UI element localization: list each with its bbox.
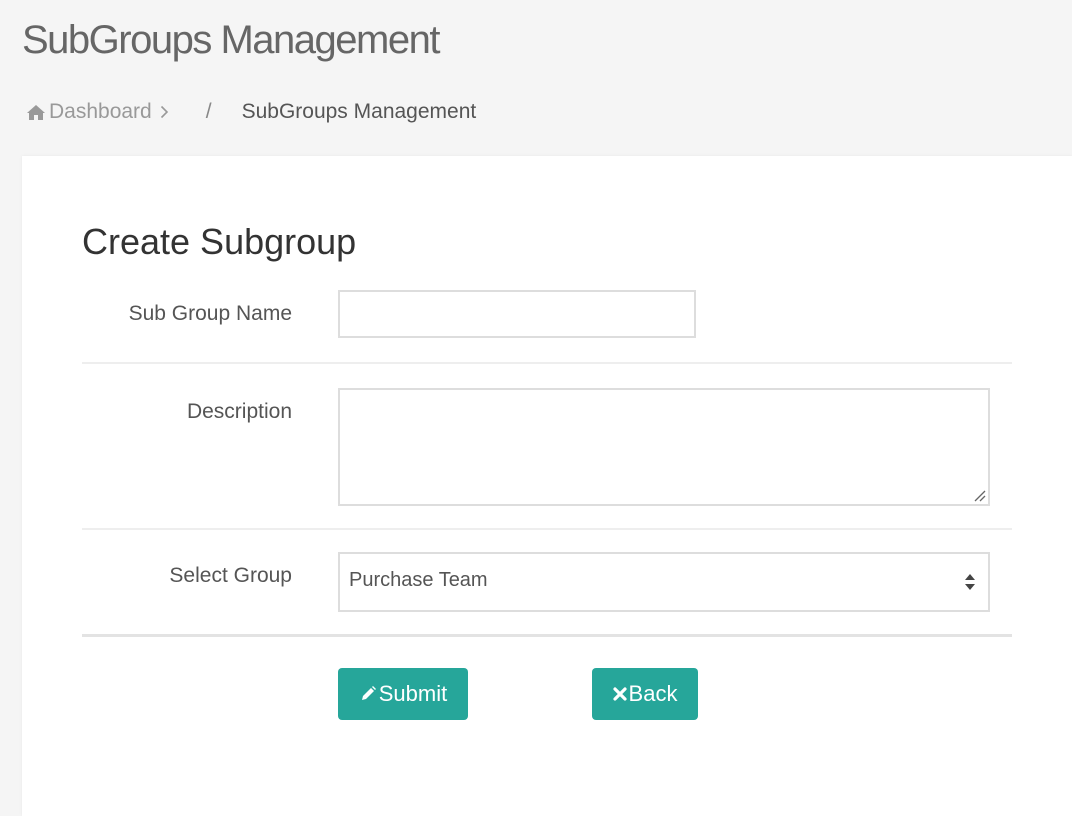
sub-group-name-label: Sub Group Name [128,302,292,325]
create-subgroup-card: Create Subgroup Sub Group Name Descripti… [22,156,1072,816]
home-icon [27,104,45,120]
group-select-value: Purchase Team [349,569,488,591]
breadcrumb-home-label: Dashboard [49,100,152,123]
sort-arrows-icon [965,574,975,590]
breadcrumb-separator: / [205,100,212,123]
description-textarea[interactable] [338,388,990,506]
sub-group-name-input[interactable] [338,290,696,338]
back-button[interactable]: Back [592,668,698,720]
form-footer-divider [82,634,1012,637]
page-title: SubGroups Management [22,18,440,62]
submit-button-label: Submit [378,681,448,706]
pencil-icon [361,686,376,700]
form-title: Create Subgroup [82,221,357,262]
select-group-label: Select Group [169,564,292,587]
back-button-label: Back [628,681,678,706]
description-label: Description [186,400,292,423]
breadcrumb-current: SubGroups Management [241,100,477,123]
close-icon [612,687,627,701]
chevron-right-icon [160,105,168,119]
breadcrumb-home-link[interactable]: Dashboard [26,100,172,124]
divider [82,362,1012,364]
submit-button[interactable]: Submit [338,668,468,720]
resize-grip-icon[interactable] [972,488,986,502]
breadcrumb: Dashboard / SubGroups Management [26,98,476,126]
divider [82,528,1012,530]
group-select[interactable]: Purchase Team [338,552,990,612]
